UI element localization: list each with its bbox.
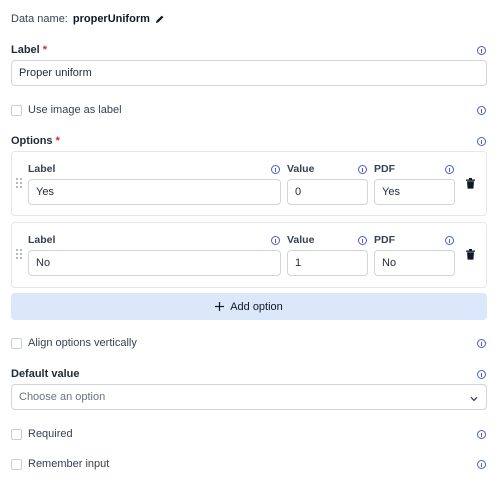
chevron-down-icon [470,393,478,402]
options-label: Options [11,135,53,147]
option-pdf-heading: PDF [374,234,395,246]
pencil-icon[interactable] [155,14,165,24]
option-label-input[interactable]: Yes [28,179,281,205]
align-vertically-checkbox[interactable] [11,338,22,349]
info-icon[interactable] [477,46,486,55]
drag-handle-icon[interactable] [16,249,22,259]
info-icon[interactable] [477,370,486,379]
option-value-input[interactable]: 0 [287,179,368,205]
options-heading: Options * [11,135,60,147]
use-image-checkbox[interactable] [11,105,22,116]
option-label-heading: Label [28,163,56,175]
data-name-row: Data name: properUniform [11,13,165,25]
remember-input-checkbox[interactable] [11,459,22,470]
plus-icon [215,302,225,311]
option-pdf-input[interactable]: Yes [374,179,455,205]
option-pdf-heading: PDF [374,163,395,175]
info-icon[interactable] [477,106,486,115]
option-label-heading: Label [28,234,56,246]
info-icon[interactable] [358,236,367,245]
add-option-label: Add option [230,300,283,313]
default-value-label: Default value [11,368,80,380]
use-image-label: Use image as label [28,104,122,116]
add-option-button[interactable]: Add option [11,293,487,320]
info-icon[interactable] [445,236,454,245]
data-name-label: Data name: [11,13,68,25]
info-icon[interactable] [477,339,486,348]
label-input[interactable]: Proper uniform [11,60,487,86]
info-icon[interactable] [271,236,280,245]
info-icon[interactable] [477,430,486,439]
label-field-label: Label [11,44,40,56]
label-field-heading: Label * [11,44,47,56]
required-label: Required [28,428,73,440]
required-mark: * [55,135,60,147]
info-icon[interactable] [271,165,280,174]
option-pdf-input[interactable]: No [374,250,455,276]
drag-handle-icon[interactable] [16,178,22,188]
data-name-value: properUniform [72,13,150,25]
info-icon[interactable] [477,137,486,146]
info-icon[interactable] [477,460,486,469]
option-value-heading: Value [287,234,315,246]
info-icon[interactable] [358,165,367,174]
info-icon[interactable] [445,165,454,174]
default-value-select[interactable]: Choose an option [11,384,487,410]
trash-icon[interactable] [466,249,475,260]
trash-icon[interactable] [466,178,475,189]
required-checkbox[interactable] [11,429,22,440]
option-label-input[interactable]: No [28,250,281,276]
option-value-heading: Value [287,163,315,175]
option-value-input[interactable]: 1 [287,250,368,276]
default-value-placeholder: Choose an option [19,391,106,403]
align-vertically-label: Align options vertically [28,337,137,349]
remember-input-label: Remember input [28,458,110,470]
required-mark: * [42,44,48,56]
